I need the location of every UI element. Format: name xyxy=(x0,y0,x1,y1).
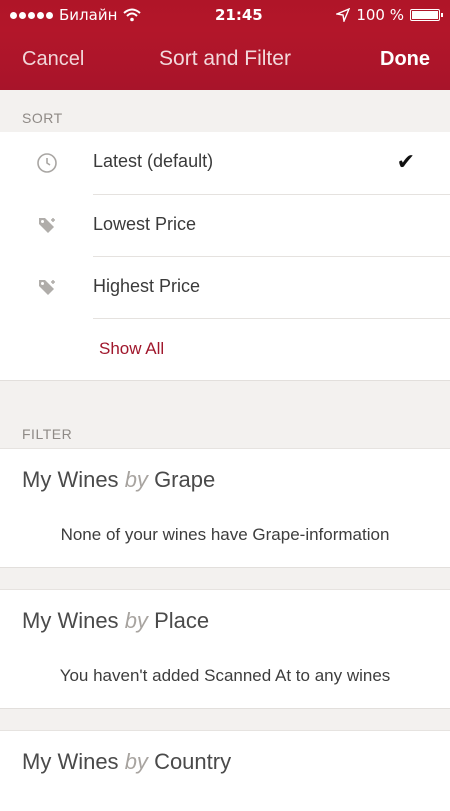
navigation-bar: Cancel Sort and Filter Done xyxy=(0,30,450,90)
filter-group-message: You haven't added Scanned At to any wine… xyxy=(59,666,391,685)
filter-group-name: Grape xyxy=(154,467,216,492)
checkmark-icon: ✔ xyxy=(396,150,415,175)
sort-option-label: Latest (default) xyxy=(93,151,214,171)
clock-time: 21:45 xyxy=(214,6,263,24)
filter-group-grape[interactable]: My Wines by Grape None of your wines hav… xyxy=(0,448,450,568)
status-left: Билайн xyxy=(10,6,142,24)
filter-group-name: Country xyxy=(154,749,232,774)
sort-option-label: Lowest Price xyxy=(93,214,197,234)
filter-group-title: My Wines by Place xyxy=(22,608,209,634)
sort-section-header: SORT xyxy=(22,110,63,126)
filter-group-prefix: My Wines xyxy=(22,608,119,633)
battery-icon xyxy=(410,9,443,21)
by-label: by xyxy=(124,467,148,492)
price-tag-icon xyxy=(39,218,55,233)
filter-group-title: My Wines by Country xyxy=(22,749,231,775)
divider xyxy=(93,318,450,319)
filter-section-header: FILTER xyxy=(22,426,73,442)
price-tag-icon xyxy=(39,280,55,295)
show-all-link[interactable]: Show All xyxy=(99,339,164,359)
sort-option-lowest-price[interactable]: Lowest Price xyxy=(0,195,450,257)
sort-option-highest-price[interactable]: Highest Price xyxy=(0,257,450,319)
battery-percent: 100 % xyxy=(356,6,404,24)
signal-strength-icon xyxy=(10,11,53,19)
clock-icon xyxy=(37,153,57,173)
done-button[interactable]: Done xyxy=(380,48,430,71)
filter-group-prefix: My Wines xyxy=(22,467,119,492)
sort-option-label: Highest Price xyxy=(93,276,201,296)
sort-option-latest[interactable]: Latest (default) ✔ xyxy=(0,132,450,194)
status-bar: Билайн 21:45 100 % xyxy=(0,0,450,30)
sort-panel: Latest (default) ✔ Lowest Price Highest … xyxy=(0,132,450,381)
by-label: by xyxy=(124,749,148,774)
location-arrow-icon xyxy=(336,8,351,22)
by-label: by xyxy=(124,608,148,633)
filter-group-message: None of your wines have Grape-informatio… xyxy=(60,525,390,544)
filter-group-name: Place xyxy=(154,608,210,633)
filter-group-place[interactable]: My Wines by Place You haven't added Scan… xyxy=(0,589,450,709)
carrier-name: Билайн xyxy=(59,6,118,24)
filter-group-title: My Wines by Grape xyxy=(22,467,215,493)
filter-group-country[interactable]: My Wines by Country xyxy=(0,730,450,811)
wifi-icon xyxy=(123,8,142,22)
status-right: 100 % xyxy=(336,6,443,24)
filter-group-prefix: My Wines xyxy=(22,749,119,774)
